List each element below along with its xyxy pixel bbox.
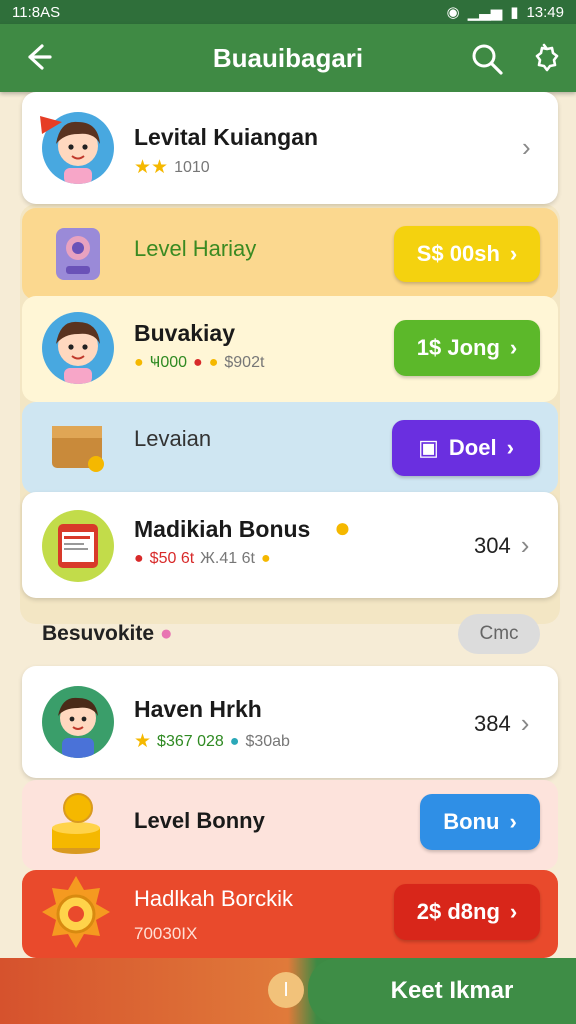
coin-icon: ● [208, 354, 219, 371]
more-button[interactable]: Cmc [458, 614, 540, 654]
back-arrow-icon[interactable] [22, 42, 52, 72]
row-title: Levital Kuiangan [134, 124, 319, 150]
list-item-madikiah-bonus[interactable]: Madikiah Bonus ● ● $50 6t Ж.41 6t ● 304 … [22, 492, 558, 598]
app-bar: Buauibagari [0, 24, 576, 92]
balloons-icon: ● [159, 622, 173, 645]
hadlkah-button[interactable]: 2$ d8ng › [394, 884, 540, 940]
robot-icon [56, 228, 100, 280]
row-sub-value: $30ab [245, 732, 290, 750]
status-bar: 11:8AS ◉ ▁▃▅ ▮ 13:49 [0, 0, 576, 24]
list-item-levital[interactable]: Levital Kuiangan ★★ 1010 › [22, 92, 558, 204]
avatar [42, 686, 114, 758]
signal-icon: ▁▃▅ [467, 4, 503, 21]
level-bonny-button[interactable]: Bonu › [420, 794, 540, 850]
chevron-right-icon: › [509, 335, 518, 360]
row-sub-value: Ж.41 6t [200, 550, 255, 567]
list-content[interactable]: Levital Kuiangan ★★ 1010 › Level Hariay … [0, 92, 576, 958]
star-icon: ★ [134, 731, 152, 752]
gear-icon[interactable] [528, 42, 560, 74]
section-title: Besuvokite [42, 622, 155, 645]
target-icon [42, 876, 110, 948]
chevron-right-icon: › [509, 809, 517, 834]
row-sub-amount: $367 028 [157, 732, 224, 750]
button-label: S$ 00sh [416, 241, 500, 266]
status-clock: 13:49 [526, 3, 564, 21]
wifi-icon: ◉ [446, 4, 460, 21]
chevron-right-icon: › [522, 132, 531, 162]
button-label: 1$ Jong [416, 335, 500, 360]
chevron-right-icon: › [509, 899, 518, 924]
list-item-haven-hrkh[interactable]: Haven Hrkh ★ $367 028 ● $30ab 384 › [22, 666, 558, 778]
row-title: Levaian [134, 426, 212, 451]
list-item-hadlkah-borckik[interactable]: Hadlkah Borckik 70030IX 2$ d8ng › [22, 870, 558, 958]
row-sub: 1010 [174, 158, 210, 176]
list-item-buvakiay[interactable]: Buvakiay ● Ҹ000 ● ● $902t 1$ Jong › [22, 296, 558, 402]
edit-icon: ▣ [418, 435, 439, 460]
list-item-level-hariay[interactable]: Level Hariay S$ 00sh › [22, 208, 558, 300]
star-icon: ★★ [134, 157, 169, 178]
button-label: 2$ d8ng [416, 899, 500, 924]
row-title: Haven Hrkh [134, 696, 262, 722]
badge-icon: ● [134, 550, 144, 567]
battery-icon: ▮ [510, 4, 519, 21]
row-title: Hadlkah Borckik [134, 886, 293, 911]
avatar [42, 312, 114, 384]
cherry-icon: ● [193, 354, 203, 371]
flag-icon [40, 116, 62, 134]
row-sub-amount: $50 6t [149, 550, 195, 567]
chevron-right-icon: › [520, 530, 530, 560]
coins-icon: ● [260, 550, 271, 567]
chevron-right-icon: › [509, 241, 518, 266]
button-label: Doel [448, 435, 497, 460]
list-item-level-bonny[interactable]: Level Bonny Bonu › [22, 780, 558, 870]
row-title: Level Bonny [134, 808, 265, 833]
coin-icon: ● [229, 732, 240, 750]
row-sub-amount: Ҹ000 [149, 354, 188, 371]
buvakiay-button[interactable]: 1$ Jong › [394, 320, 540, 376]
info-icon[interactable]: I [268, 972, 304, 1008]
levaian-button[interactable]: ▣ Doel › [392, 420, 540, 476]
row-title: Buvakiay [134, 320, 236, 346]
button-label: Bonu [443, 809, 500, 834]
page-title: Buauibagari [212, 42, 364, 73]
row-title: Madikiah Bonus [134, 516, 311, 542]
row-sub: 70030IX [134, 924, 198, 943]
search-icon[interactable] [470, 42, 504, 76]
row-title: Level Hariay [134, 236, 257, 261]
row-value: 304 [474, 532, 511, 558]
level-hariay-button[interactable]: S$ 00sh › [394, 226, 540, 282]
list-item-levaian[interactable]: Levaian ▣ Doel › [22, 402, 558, 494]
bottom-bar: I Keet Ikmar [0, 958, 576, 1024]
app-icon [42, 510, 114, 582]
coin-icon: ● [134, 354, 144, 371]
chevron-right-icon: › [506, 435, 514, 460]
chevron-right-icon: › [520, 708, 530, 738]
coins-icon [52, 793, 100, 854]
coin-icon: ● [334, 512, 351, 543]
row-sub-value: $902t [224, 354, 265, 371]
row-value: 384 [474, 710, 511, 736]
wallet-icon [52, 426, 104, 472]
status-time: 11:8AS [12, 3, 61, 21]
primary-action-button[interactable]: Keet Ikmar [308, 958, 576, 1024]
